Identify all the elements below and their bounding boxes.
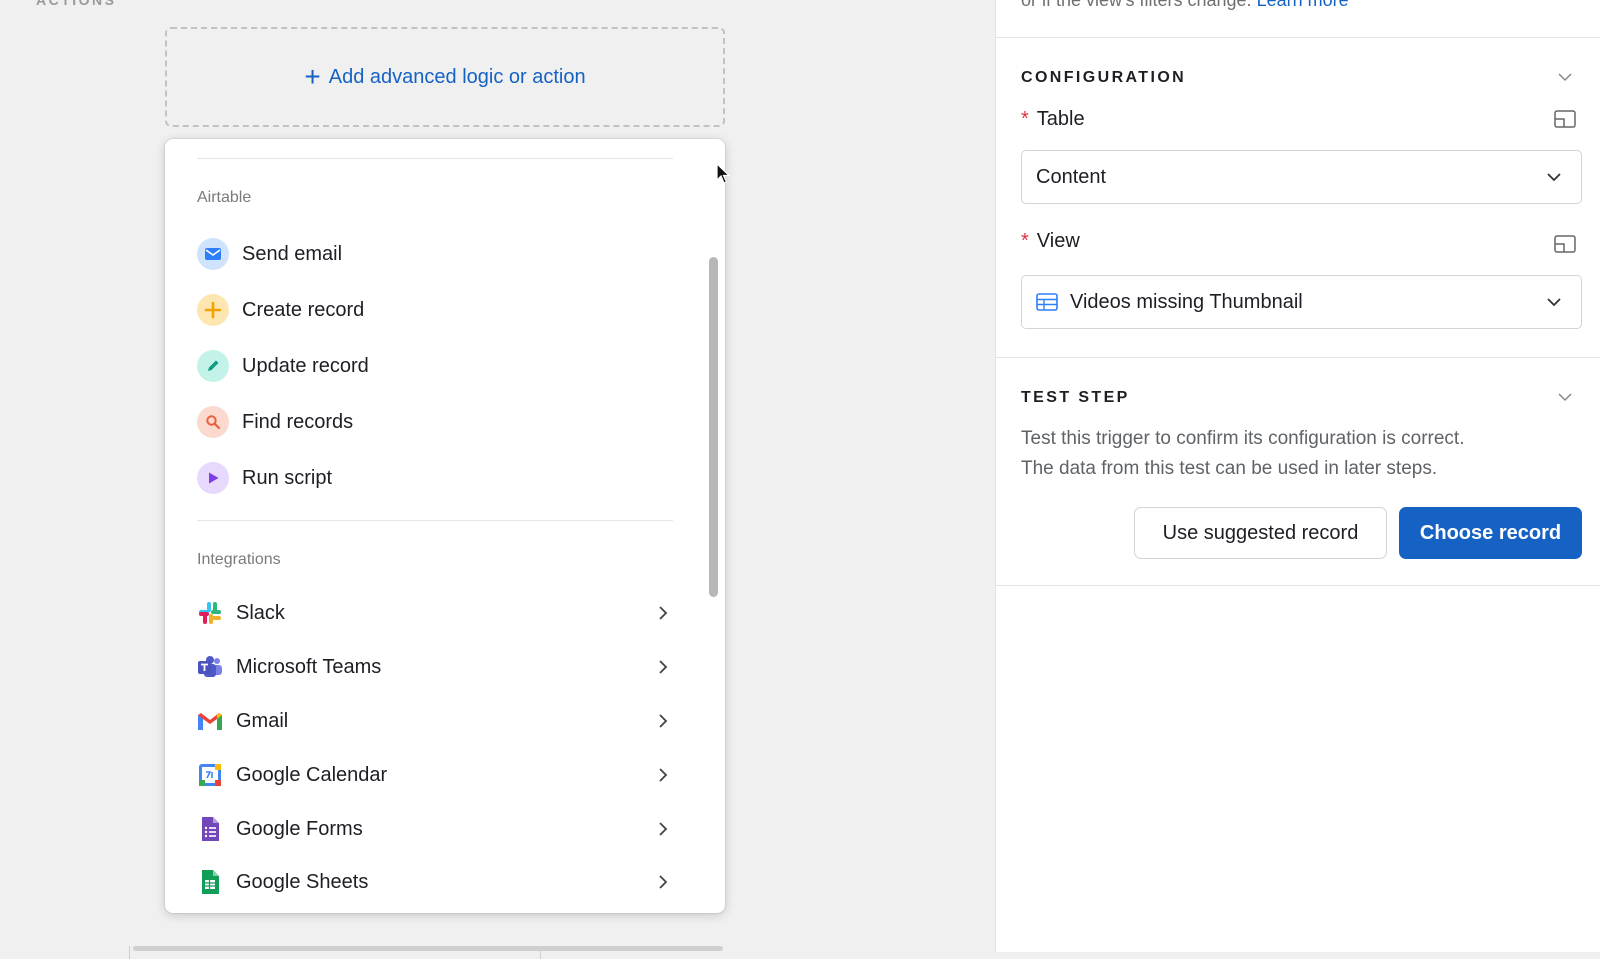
chevron-down-icon: [1547, 298, 1561, 307]
view-field-label: * View: [1021, 230, 1080, 253]
menu-item-label: Create record: [242, 298, 365, 321]
view-select[interactable]: Videos missing Thumbnail: [1021, 275, 1582, 329]
table-field-label: * Table: [1021, 108, 1085, 131]
trigger-help-text: or if the view's filters change. Learn m…: [1021, 0, 1349, 11]
pencil-icon: [197, 350, 229, 382]
view-select-value: Videos missing Thumbnail: [1070, 290, 1303, 313]
chevron-right-icon: [659, 768, 668, 782]
test-desc-line: Test this trigger to confirm its configu…: [1021, 428, 1465, 449]
chevron-right-icon: [659, 822, 668, 836]
menu-item-label: Send email: [242, 242, 343, 265]
action-picker-menu: Airtable Send email Create record Update…: [165, 139, 725, 913]
menu-item-update-record[interactable]: Update record: [197, 344, 673, 388]
menu-item-label: Microsoft Teams: [236, 655, 382, 678]
automation-canvas: ACTIONS + Add advanced logic or action A…: [0, 0, 995, 959]
test-step-section-title: TEST STEP: [1021, 389, 1130, 406]
menu-divider: [197, 158, 673, 159]
menu-item-label: Google Forms: [236, 817, 363, 840]
divider: [996, 357, 1600, 358]
menu-item-label: Run script: [242, 466, 333, 489]
menu-item-label: Google Calendar: [236, 763, 388, 786]
google-calendar-icon: [197, 762, 223, 788]
trigger-help-text-body: or if the view's filters change.: [1021, 0, 1252, 10]
actions-section-label: ACTIONS: [36, 0, 117, 8]
search-icon: [197, 406, 229, 438]
chevron-down-icon[interactable]: [1556, 68, 1574, 86]
menu-item-label: Google Sheets: [236, 870, 369, 893]
add-advanced-logic-button[interactable]: + Add advanced logic or action: [165, 27, 725, 127]
table-select-value: Content: [1036, 165, 1107, 188]
table-label-text: Table: [1036, 108, 1085, 130]
play-icon: [197, 462, 229, 494]
google-forms-icon: [197, 816, 223, 842]
choose-record-button[interactable]: Choose record: [1399, 507, 1582, 559]
test-step-description: Test this trigger to confirm its configu…: [1021, 424, 1581, 484]
table-select[interactable]: Content: [1021, 150, 1582, 204]
chevron-down-icon[interactable]: [1556, 388, 1574, 406]
microsoft-teams-icon: [197, 654, 223, 680]
airtable-section-heading: Airtable: [197, 189, 252, 206]
divider: [996, 585, 1600, 586]
menu-item-label: Gmail: [236, 709, 289, 732]
gmail-icon: [197, 708, 223, 734]
menu-item-label: Update record: [242, 354, 369, 377]
plus-icon: [197, 294, 229, 326]
integrations-section-heading: Integrations: [197, 551, 281, 568]
menu-item-find-records[interactable]: Find records: [197, 400, 673, 444]
use-suggested-record-button[interactable]: Use suggested record: [1134, 507, 1387, 559]
chevron-right-icon: [659, 660, 668, 674]
learn-more-link[interactable]: Learn more: [1257, 0, 1349, 10]
google-sheets-icon: [197, 869, 223, 895]
menu-item-label: Slack: [236, 601, 285, 624]
add-advanced-logic-label: Add advanced logic or action: [328, 65, 586, 88]
field-token-icon[interactable]: [1554, 110, 1576, 128]
mail-icon: [197, 238, 229, 270]
divider: [996, 37, 1600, 38]
grid-view-icon: [1036, 293, 1058, 311]
menu-item-google-forms[interactable]: Google Forms: [197, 807, 673, 851]
menu-divider: [197, 520, 673, 521]
slack-icon: [197, 600, 223, 626]
chevron-right-icon: [659, 714, 668, 728]
trigger-config-panel: or if the view's filters change. Learn m…: [995, 0, 1600, 952]
menu-item-slack[interactable]: Slack: [197, 591, 673, 635]
menu-item-send-email[interactable]: Send email: [197, 232, 673, 276]
menu-item-run-script[interactable]: Run script: [197, 456, 673, 500]
menu-item-label: Find records: [242, 410, 354, 433]
horizontal-scrollbar[interactable]: [133, 946, 723, 951]
plus-icon: +: [304, 61, 321, 92]
field-token-icon[interactable]: [1554, 235, 1576, 253]
configuration-section-title: CONFIGURATION: [1021, 69, 1187, 86]
menu-item-google-calendar[interactable]: Google Calendar: [197, 753, 673, 797]
menu-item-microsoft-teams[interactable]: Microsoft Teams: [197, 645, 673, 689]
chevron-right-icon: [659, 875, 668, 889]
chevron-right-icon: [659, 606, 668, 620]
chevron-down-icon: [1547, 173, 1561, 182]
menu-scrollbar[interactable]: [709, 257, 718, 597]
menu-item-gmail[interactable]: Gmail: [197, 699, 673, 743]
divider: [129, 946, 130, 959]
menu-item-google-sheets[interactable]: Google Sheets: [197, 860, 673, 904]
view-label-text: View: [1036, 230, 1080, 252]
required-marker: *: [1021, 108, 1029, 130]
mouse-cursor-icon: [716, 163, 731, 184]
required-marker: *: [1021, 230, 1029, 252]
test-desc-line: The data from this test can be used in l…: [1021, 458, 1438, 479]
menu-item-create-record[interactable]: Create record: [197, 288, 673, 332]
